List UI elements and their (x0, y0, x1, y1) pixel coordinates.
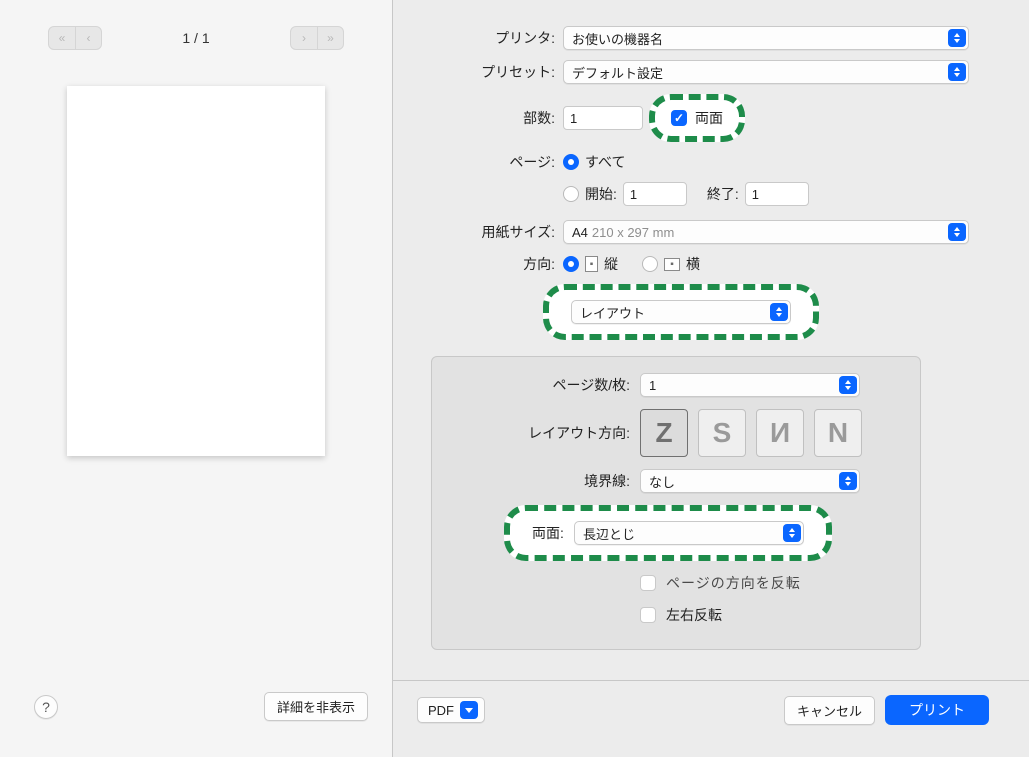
border-label: 境界線: (440, 471, 640, 491)
layout-dir-2[interactable]: S (698, 409, 746, 457)
border-popup[interactable]: なし (640, 469, 860, 493)
section-popup[interactable]: レイアウト (571, 300, 791, 324)
pages-range-radio[interactable] (563, 186, 579, 202)
orientation-landscape-radio[interactable] (642, 256, 658, 272)
layout-dir-4[interactable]: N (814, 409, 862, 457)
pages-to-field[interactable]: 1 (745, 182, 809, 206)
help-button[interactable]: ? (34, 695, 58, 719)
orientation-portrait-label: 縦 (604, 254, 618, 274)
pages-from-label: 開始: (585, 184, 617, 204)
duplex-mode-value: 長辺とじ (583, 524, 635, 543)
highlight-section-popup: レイアウト (543, 284, 819, 340)
print-button[interactable]: プリント (885, 695, 989, 725)
updown-icon (948, 29, 966, 47)
updown-icon (770, 303, 788, 321)
updown-icon (839, 376, 857, 394)
landscape-icon: ▪ (664, 258, 680, 271)
last-page-button[interactable]: » (317, 27, 343, 49)
next-page-button[interactable]: › (291, 27, 317, 49)
flip-horizontal-label: 左右反転 (666, 605, 722, 625)
copies-label: 部数: (393, 108, 563, 128)
pages-to-label: 終了: (707, 184, 739, 204)
layout-options-panel: ページ数/枚: 1 レイアウト方向: Z S И N (431, 356, 921, 650)
chevron-down-icon (460, 701, 478, 719)
paper-size-label: 用紙サイズ: (393, 222, 563, 242)
flip-horizontal-checkbox[interactable] (640, 607, 656, 623)
paper-size-name: A4 (572, 225, 588, 240)
updown-icon (948, 63, 966, 81)
hide-details-button[interactable]: 詳細を非表示 (264, 692, 368, 721)
printer-value: お使いの機器名 (572, 29, 663, 48)
reverse-orientation-label: ページの方向を反転 (666, 573, 801, 593)
pdf-menu-button[interactable]: PDF (417, 697, 485, 723)
highlight-duplex-mode: 両面: 長辺とじ (504, 505, 832, 561)
pages-to-value: 1 (752, 187, 759, 202)
updown-icon (948, 223, 966, 241)
section-value: レイアウト (580, 303, 645, 322)
pages-per-sheet-value: 1 (649, 378, 656, 393)
preview-first-prev-group[interactable]: « ‹ (48, 26, 102, 50)
page-indicator: 1 / 1 (182, 30, 209, 46)
copies-value: 1 (570, 111, 577, 126)
printer-label: プリンタ: (393, 28, 563, 48)
border-value: なし (649, 472, 675, 491)
pages-all-radio[interactable] (563, 154, 579, 170)
preset-value: デフォルト設定 (572, 63, 663, 82)
portrait-icon: ▪ (585, 256, 598, 272)
duplex-checkbox-label: 両面 (695, 108, 723, 128)
pdf-label: PDF (428, 703, 454, 718)
orientation-label: 方向: (393, 254, 563, 274)
paper-size-popup[interactable]: A4 210 x 297 mm (563, 220, 969, 244)
preset-popup[interactable]: デフォルト設定 (563, 60, 969, 84)
preview-next-last-group[interactable]: › » (290, 26, 344, 50)
reverse-orientation-checkbox[interactable] (640, 575, 656, 591)
updown-icon (839, 472, 857, 490)
print-preview-page (67, 86, 325, 456)
cancel-button[interactable]: キャンセル (784, 696, 875, 725)
pages-label: ページ: (393, 152, 563, 172)
updown-icon (783, 524, 801, 542)
orientation-portrait-radio[interactable] (563, 256, 579, 272)
pages-per-sheet-popup[interactable]: 1 (640, 373, 860, 397)
copies-field[interactable]: 1 (563, 106, 643, 130)
printer-popup[interactable]: お使いの機器名 (563, 26, 969, 50)
highlight-duplex-checkbox: 両面 (649, 94, 745, 142)
first-page-button[interactable]: « (49, 27, 75, 49)
paper-size-dim: 210 x 297 mm (592, 225, 674, 240)
pages-all-label: すべて (585, 152, 625, 172)
pages-from-value: 1 (630, 187, 637, 202)
duplex-mode-label: 両面: (532, 523, 564, 543)
layout-direction-label: レイアウト方向: (440, 423, 640, 443)
orientation-landscape-label: 横 (686, 254, 700, 274)
layout-dir-3[interactable]: И (756, 409, 804, 457)
layout-dir-1[interactable]: Z (640, 409, 688, 457)
duplex-mode-popup[interactable]: 長辺とじ (574, 521, 804, 545)
preset-label: プリセット: (393, 62, 563, 82)
duplex-checkbox[interactable] (671, 110, 687, 126)
prev-page-button[interactable]: ‹ (75, 27, 101, 49)
pages-per-sheet-label: ページ数/枚: (440, 375, 640, 395)
pages-from-field[interactable]: 1 (623, 182, 687, 206)
